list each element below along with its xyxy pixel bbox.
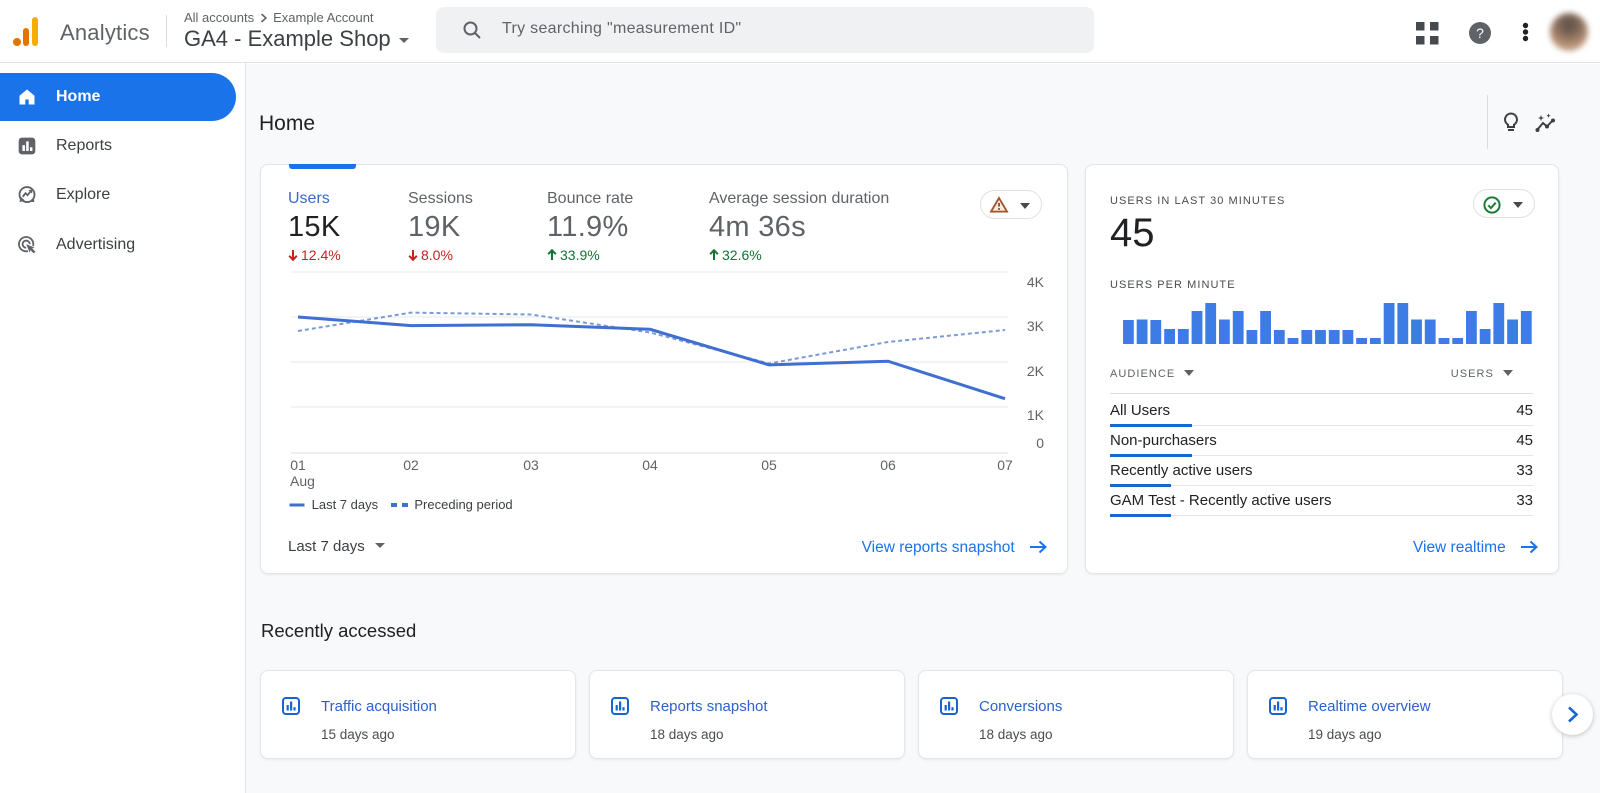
svg-text:1K: 1K [1027, 407, 1045, 423]
svg-text:0: 0 [1036, 435, 1044, 451]
svg-text:03: 03 [523, 457, 539, 473]
svg-text:07: 07 [997, 457, 1013, 473]
svg-text:4K: 4K [1027, 274, 1045, 290]
svg-text:06: 06 [880, 457, 896, 473]
svg-text:04: 04 [642, 457, 658, 473]
svg-text:05: 05 [761, 457, 777, 473]
svg-text:02: 02 [403, 457, 419, 473]
svg-text:01: 01 [290, 457, 306, 473]
svg-text:?: ? [1476, 25, 1484, 41]
svg-text:2K: 2K [1027, 363, 1045, 379]
svg-text:Aug: Aug [290, 473, 315, 489]
svg-text:3K: 3K [1027, 318, 1045, 334]
